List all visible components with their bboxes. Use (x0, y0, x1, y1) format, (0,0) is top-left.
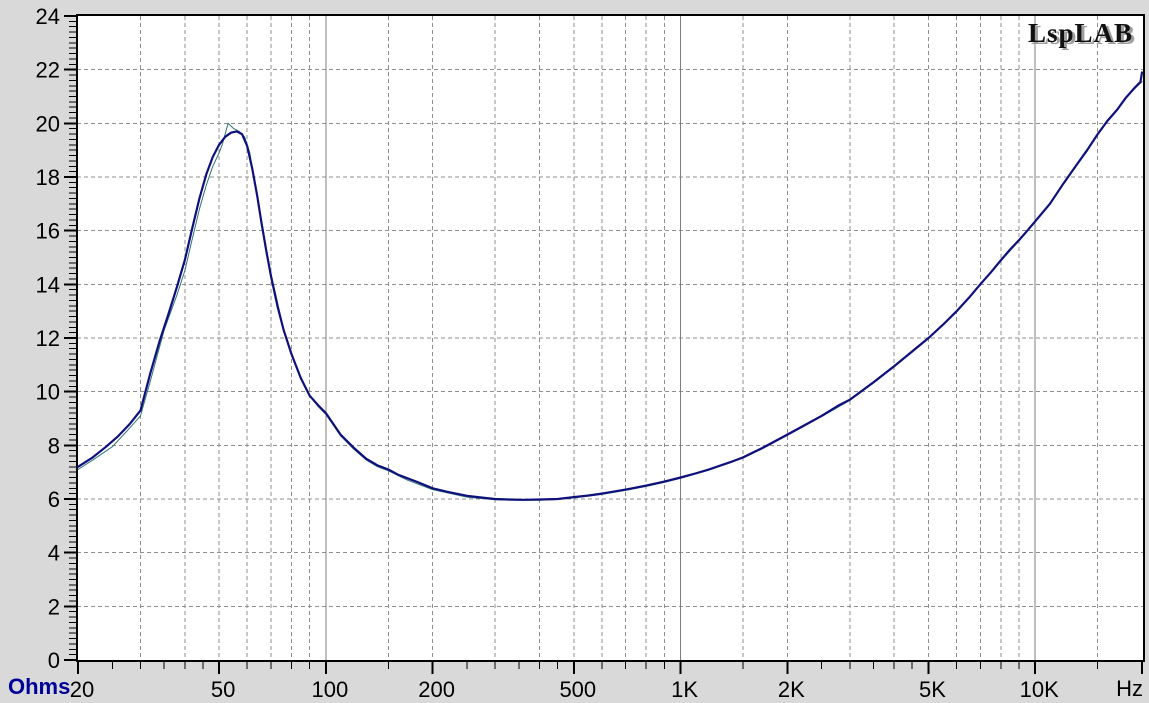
y-tick-label: 4 (48, 541, 60, 566)
x-axis-unit-label: Hz (1116, 676, 1143, 701)
y-tick-label: 20 (36, 111, 60, 136)
x-tick-label: 100 (312, 677, 349, 702)
brand-watermark: LspLAB (1027, 18, 1133, 48)
y-tick-label: 24 (36, 4, 60, 29)
x-tick-label: 1K (671, 677, 698, 702)
x-tick-label: 200 (418, 677, 455, 702)
x-tick-label: 500 (559, 677, 596, 702)
y-tick-label: 6 (48, 487, 60, 512)
y-axis: 024681012141618202224 (36, 4, 77, 673)
x-tick-label: 20 (70, 677, 94, 702)
x-tick-label: 10K (1020, 677, 1059, 702)
y-tick-label: 16 (36, 219, 60, 244)
y-tick-label: 14 (36, 272, 60, 297)
y-axis-unit-label: Ohms (8, 674, 71, 699)
lsplab-impedance-window: 0 2 4 6 8 10 12 14 16 18 20 22 24 20 50 100 200 500 1K 2K 5K… (0, 0, 1149, 703)
y-tick-label: 12 (36, 326, 60, 351)
y-tick-label: 10 (36, 380, 60, 405)
y-tick-label: 8 (48, 433, 60, 458)
y-tick-label: 0 (48, 648, 60, 673)
y-tick-label: 18 (36, 165, 60, 190)
x-axis: 20 50 100 200 500 1K 2K 5K 10K (70, 661, 1143, 702)
y-tick-label: 2 (48, 594, 60, 619)
x-tick-label: 2K (778, 677, 805, 702)
x-tick-label: 50 (211, 677, 235, 702)
impedance-chart: 02468101214161820222420 50 100 200 500 1K 2K 5K… (36, 4, 1145, 702)
x-tick-label: 5K (919, 677, 946, 702)
y-tick-label: 22 (36, 58, 60, 83)
